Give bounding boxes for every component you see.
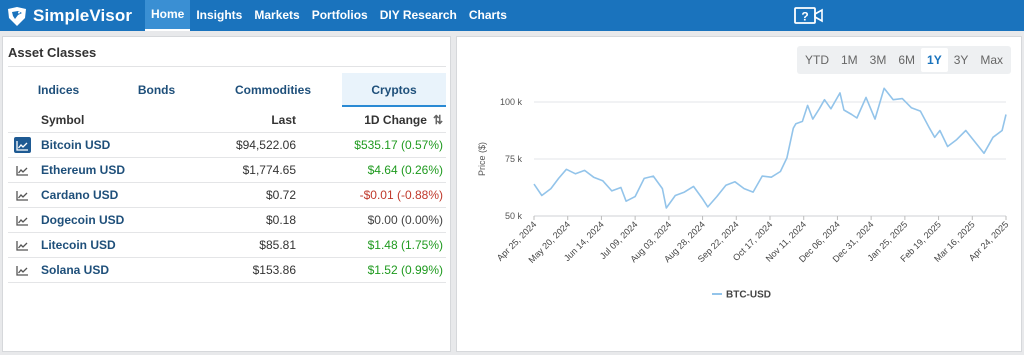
main-nav: Home Insights Markets Portfolios DIY Res… bbox=[145, 0, 513, 31]
tab-commodities[interactable]: Commodities bbox=[204, 73, 342, 107]
day-change: $1.52 (0.99%) bbox=[367, 263, 443, 277]
tab-cryptos[interactable]: Cryptos bbox=[342, 73, 446, 107]
y-tick-label: 100 k bbox=[500, 97, 523, 107]
price-chart: 50 k75 k100 kPrice ($)Apr 25, 2024May 20… bbox=[477, 87, 1010, 301]
divider bbox=[8, 66, 446, 67]
nav-portfolios[interactable]: Portfolios bbox=[306, 0, 374, 31]
last-price: $1,774.65 bbox=[242, 163, 296, 177]
last-price: $94,522.06 bbox=[235, 138, 296, 152]
day-change: $1.48 (1.75%) bbox=[367, 238, 443, 252]
table-row[interactable]: Solana USD $153.86 $1.52 (0.99%) bbox=[8, 258, 446, 283]
last-price: $0.72 bbox=[265, 188, 296, 202]
table-row[interactable]: Litecoin USD $85.81 $1.48 (1.75%) bbox=[8, 233, 446, 258]
mini-chart-icon[interactable] bbox=[14, 137, 31, 153]
column-header-symbol[interactable]: Symbol bbox=[41, 108, 84, 132]
symbol-link[interactable]: Dogecoin USD bbox=[41, 208, 124, 232]
nav-home[interactable]: Home bbox=[145, 0, 191, 31]
asset-class-tabs: Indices Bonds Commodities Cryptos bbox=[8, 73, 446, 107]
symbol-link[interactable]: Ethereum USD bbox=[41, 158, 125, 182]
btc-price-line bbox=[533, 87, 1007, 209]
y-tick-label: 75 k bbox=[505, 154, 523, 164]
mini-chart-icon[interactable] bbox=[14, 162, 31, 178]
tab-bonds[interactable]: Bonds bbox=[109, 73, 204, 107]
sort-icon[interactable]: ⇅ bbox=[433, 108, 443, 132]
asset-classes-panel: Asset Classes Indices Bonds Commodities … bbox=[2, 36, 451, 352]
mini-chart-icon[interactable] bbox=[14, 187, 31, 203]
table-row[interactable]: Ethereum USD $1,774.65 $4.64 (0.26%) bbox=[8, 158, 446, 183]
last-price: $0.18 bbox=[265, 213, 296, 227]
top-nav-bar: SimpleVisor Home Insights Markets Portfo… bbox=[0, 0, 1024, 31]
app-logo[interactable]: SimpleVisor bbox=[6, 4, 132, 28]
column-header-change-label: 1D Change bbox=[364, 113, 427, 127]
price-chart-panel: YTD 1M 3M 6M 1Y 3Y Max 50 k 75 k 100 k Price ($) A… bbox=[456, 36, 1022, 352]
symbol-link[interactable]: Cardano USD bbox=[41, 183, 118, 207]
table-row[interactable]: Bitcoin USD $94,522.06 $535.17 (0.57%) bbox=[8, 133, 446, 158]
symbol-link[interactable]: Solana USD bbox=[41, 258, 109, 282]
crypto-table: Symbol Last 1D Change ⇅ Bitcoin USD $94,52… bbox=[8, 108, 446, 283]
help-video-icon[interactable]: ? bbox=[794, 6, 824, 26]
nav-diy-research[interactable]: DIY Research bbox=[374, 0, 463, 31]
mini-chart-icon[interactable] bbox=[14, 212, 31, 228]
table-row[interactable]: Cardano USD $0.72 -$0.01 (-0.88%) bbox=[8, 183, 446, 208]
eagle-logo-icon bbox=[8, 7, 26, 26]
day-change: $535.17 (0.57%) bbox=[354, 138, 443, 152]
svg-text:?: ? bbox=[801, 10, 808, 24]
panel-title: Asset Classes bbox=[8, 45, 97, 60]
nav-markets[interactable]: Markets bbox=[248, 0, 305, 31]
day-change: -$0.01 (-0.88%) bbox=[359, 188, 443, 202]
y-axis-label: Price ($) bbox=[477, 142, 487, 176]
mini-chart-icon[interactable] bbox=[14, 237, 31, 253]
last-price: $153.86 bbox=[252, 263, 296, 277]
mini-chart-icon[interactable] bbox=[14, 262, 31, 278]
column-header-change[interactable]: 1D Change ⇅ bbox=[364, 108, 443, 132]
column-header-last[interactable]: Last bbox=[271, 108, 296, 132]
tab-indices[interactable]: Indices bbox=[8, 73, 109, 107]
nav-insights[interactable]: Insights bbox=[190, 0, 248, 31]
day-change: $0.00 (0.00%) bbox=[367, 213, 443, 227]
symbol-link[interactable]: Bitcoin USD bbox=[41, 133, 110, 157]
app-name: SimpleVisor bbox=[33, 6, 133, 25]
table-row[interactable]: Dogecoin USD $0.18 $0.00 (0.00%) bbox=[8, 208, 446, 233]
last-price: $85.81 bbox=[259, 238, 296, 252]
nav-charts[interactable]: Charts bbox=[463, 0, 513, 31]
legend-label: BTC-USD bbox=[726, 290, 771, 301]
table-header: Symbol Last 1D Change ⇅ bbox=[8, 108, 446, 133]
day-change: $4.64 (0.26%) bbox=[367, 163, 443, 177]
symbol-link[interactable]: Litecoin USD bbox=[41, 233, 116, 257]
y-tick-label: 50 k bbox=[505, 211, 523, 221]
